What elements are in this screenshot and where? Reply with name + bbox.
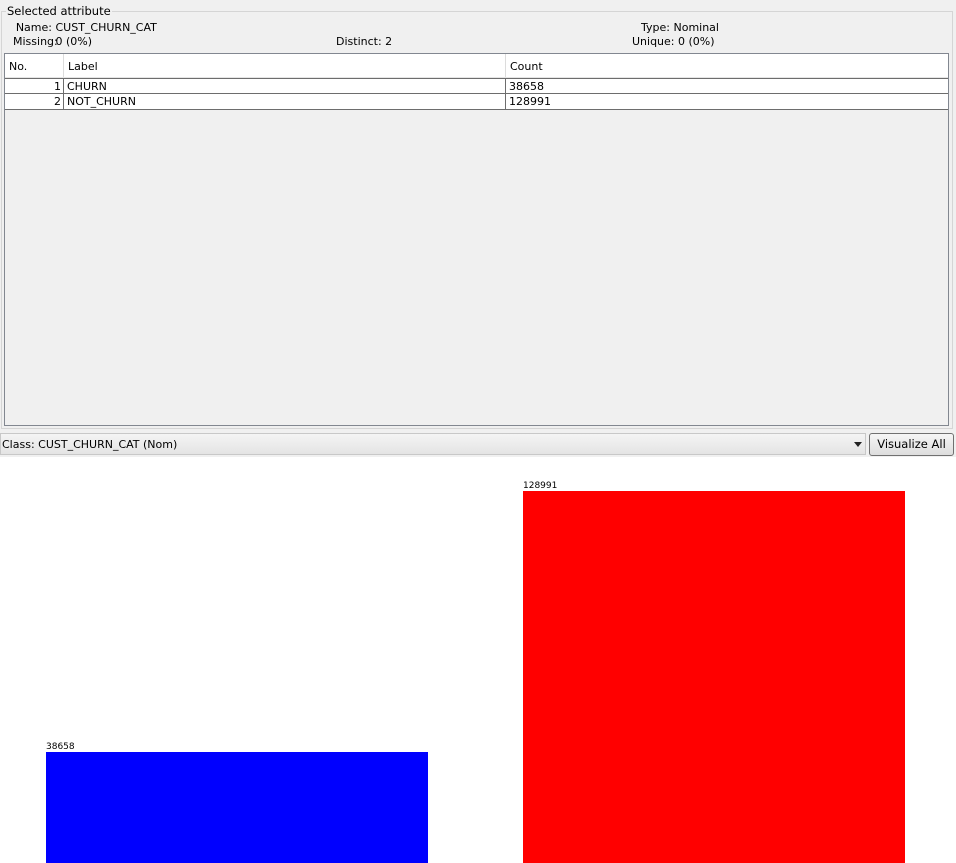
name-row: Name: CUST_CHURN_CAT — [13, 21, 157, 34]
class-selector[interactable]: Class: CUST_CHURN_CAT (Nom) — [0, 433, 866, 455]
name-value: CUST_CHURN_CAT — [55, 21, 157, 34]
missing-label: Missing: — [13, 35, 58, 48]
distinct-label: Distinct: — [336, 35, 382, 48]
unique-label: Unique: — [632, 35, 675, 48]
bar-data-label: 38658 — [46, 742, 75, 752]
cell-count: 38658 — [509, 80, 544, 93]
cell-no: 2 — [5, 94, 64, 109]
missing-value: 0 (0%) — [55, 35, 93, 48]
histogram-chart: 38658 128991 — [0, 457, 956, 863]
panel-title: Selected attribute — [6, 4, 112, 18]
distinct-row: Distinct: 2 — [336, 35, 392, 48]
table-row[interactable]: 2 NOT_CHURN 128991 — [5, 94, 948, 110]
class-selector-value: Class: CUST_CHURN_CAT (Nom) — [2, 438, 178, 451]
distinct-value: 2 — [385, 35, 393, 48]
unique-value: 0 (0%) — [678, 35, 715, 48]
missing-row: Missing: 0 (0%) — [13, 35, 92, 48]
column-header-no[interactable]: No. — [5, 54, 64, 77]
column-header-label[interactable]: Label — [64, 54, 506, 77]
cell-label: NOT_CHURN — [64, 94, 506, 109]
name-label: Name: — [15, 21, 52, 34]
type-value: Nominal — [673, 21, 719, 34]
bar-not-churn — [523, 491, 905, 863]
cell-no: 1 — [5, 79, 64, 94]
chevron-down-icon[interactable] — [854, 442, 862, 447]
cell-count: 128991 — [509, 95, 551, 108]
type-row: Type: Nominal — [641, 21, 719, 34]
cell-label: CHURN — [64, 79, 506, 94]
type-label: Type: — [641, 21, 670, 34]
unique-row: Unique: 0 (0%) — [632, 35, 715, 48]
label-count-table: No. Label Count 1 CHURN 38658 2 NOT_CHUR… — [4, 53, 949, 426]
table-header: No. Label Count — [5, 54, 948, 78]
column-header-count[interactable]: Count — [506, 54, 948, 77]
visualize-all-button[interactable]: Visualize All — [869, 433, 954, 456]
bar-data-label: 128991 — [523, 481, 558, 491]
table-row[interactable]: 1 CHURN 38658 — [5, 78, 948, 94]
bar-churn — [46, 752, 428, 863]
